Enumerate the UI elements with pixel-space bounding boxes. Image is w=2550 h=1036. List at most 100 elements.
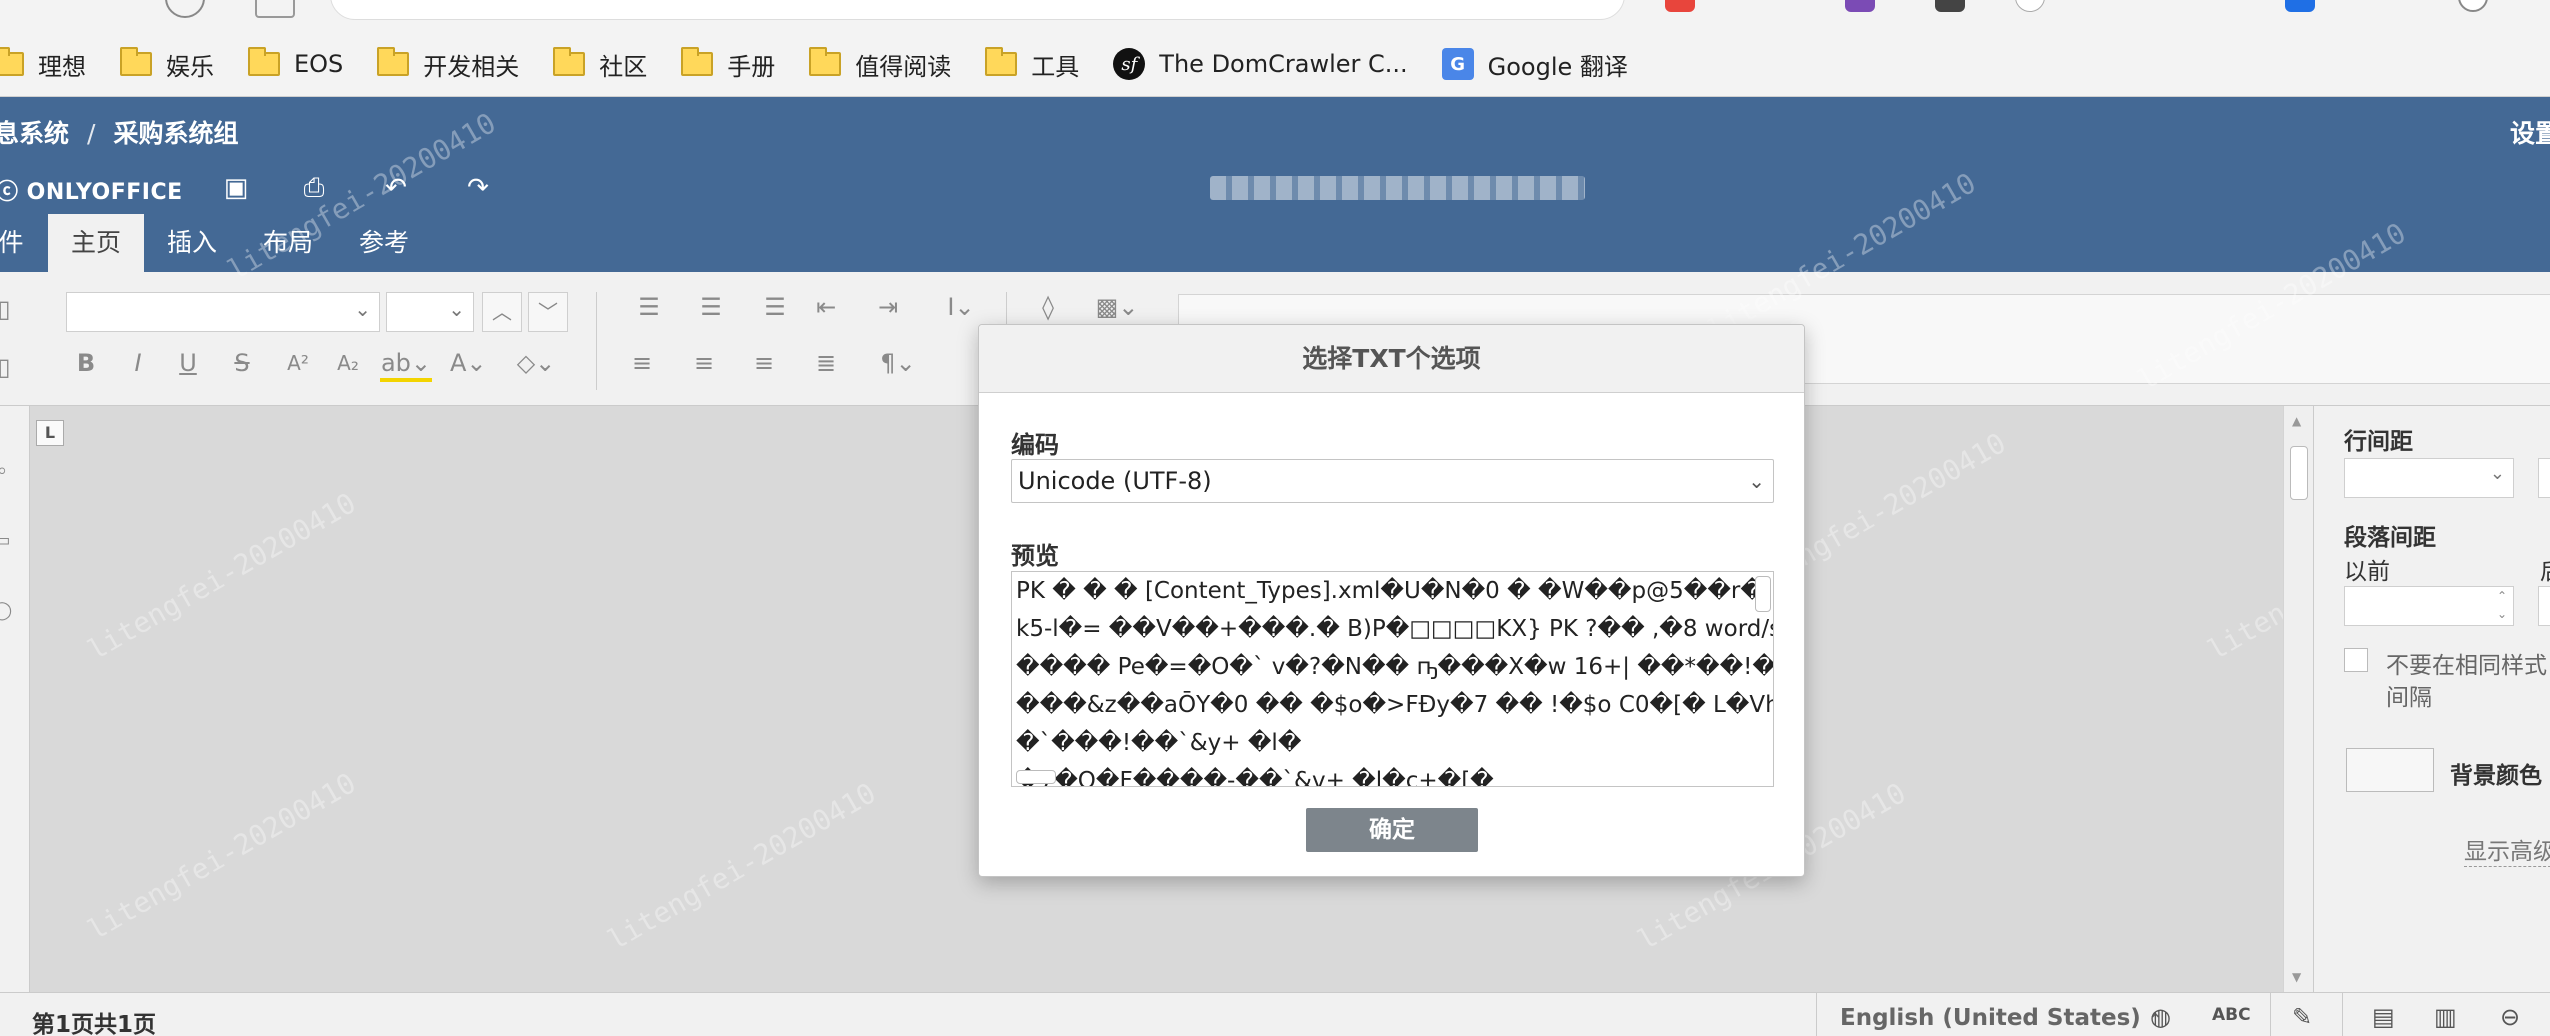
folder-icon: [809, 47, 842, 76]
decrease-font-icon[interactable]: ﹀: [528, 292, 568, 332]
scroll-down-icon[interactable]: ▼: [2292, 970, 2301, 984]
bookmark-folder[interactable]: EOS: [248, 47, 343, 78]
preview-horizontal-scrollbar[interactable]: [1016, 770, 1056, 784]
globe-icon[interactable]: ◍: [2150, 1003, 2171, 1031]
extension-icon[interactable]: [1935, 0, 1965, 12]
same-style-label: 不要在相同样式: [2386, 653, 2547, 679]
breadcrumb: 息系统 / 采购系统组: [0, 114, 238, 150]
align-left-icon[interactable]: ≡: [626, 348, 658, 378]
paste-icon[interactable]: ▯: [0, 352, 14, 382]
tab-grid-icon[interactable]: [255, 0, 295, 18]
copy-icon[interactable]: ▯: [0, 294, 14, 324]
bookmark-link[interactable]: sf The DomCrawler C...: [1113, 48, 1408, 80]
line-spacing-icon[interactable]: Ⅰ⌄: [934, 292, 988, 322]
same-style-checkbox[interactable]: [2344, 648, 2368, 672]
increase-indent-icon[interactable]: ⇥: [872, 292, 904, 322]
browser-chrome: 理想 娱乐 EOS 开发相关 社区 手册 值得阅读 工具 sf The DomC…: [0, 0, 2550, 97]
advanced-settings-link[interactable]: 显示高级: [2464, 832, 2550, 867]
bookmark-folder[interactable]: 理想: [0, 47, 86, 82]
bookmark-label: Google 翻译: [1487, 52, 1628, 81]
font-name-select[interactable]: [66, 292, 380, 332]
align-center-icon[interactable]: ≡: [688, 348, 720, 378]
zoom-out-icon[interactable]: ⊖: [2500, 1003, 2520, 1031]
bookmark-folder[interactable]: 社区: [553, 47, 647, 82]
language-select[interactable]: English (United States) ⌃: [1840, 1005, 2162, 1031]
bookmark-label: 工具: [1031, 52, 1080, 81]
bookmark-folder[interactable]: 值得阅读: [809, 47, 951, 82]
strikethrough-icon[interactable]: S: [226, 348, 258, 378]
bookmarks-bar: 理想 娱乐 EOS 开发相关 社区 手册 值得阅读 工具 sf The DomC…: [0, 42, 1662, 86]
align-right-icon[interactable]: ≡: [748, 348, 780, 378]
reload-icon[interactable]: [165, 0, 205, 18]
bold-icon[interactable]: B: [70, 348, 102, 378]
status-separator: [2270, 993, 2271, 1036]
subscript-icon[interactable]: A₂: [330, 348, 366, 378]
save-icon[interactable]: ▣: [220, 174, 252, 202]
bookmark-folder[interactable]: 手册: [681, 47, 775, 82]
bookmark-folder[interactable]: 开发相关: [377, 47, 519, 82]
spacing-before-input[interactable]: ⌃ ⌄: [2344, 586, 2514, 626]
preview-line: k5-l�= ��V��+���.� B)P�□□□□KX} PK ?�� ,�…: [1016, 616, 1773, 642]
font-size-select[interactable]: [386, 292, 474, 332]
tab-references[interactable]: 参考: [348, 214, 420, 272]
multilevel-list-icon[interactable]: ☰: [752, 292, 798, 322]
scroll-up-icon[interactable]: ▲: [2292, 414, 2301, 428]
preview-textarea[interactable]: PK � � � [Content_Types].xml�U�N�0 � �W�…: [1011, 571, 1774, 787]
fit-page-icon[interactable]: ▤: [2372, 1003, 2395, 1031]
profile-icon[interactable]: [2458, 0, 2488, 12]
background-color-swatch[interactable]: [2346, 748, 2434, 792]
address-bar[interactable]: [330, 0, 1625, 20]
bullets-icon[interactable]: ☰: [626, 292, 672, 322]
about-icon[interactable]: ◯: [0, 596, 12, 626]
extension-icon[interactable]: [2285, 0, 2315, 12]
print-icon[interactable]: ⎙: [298, 174, 330, 202]
encoding-value: Unicode (UTF-8): [1018, 467, 1212, 495]
chevron-down-icon: ⌄: [2489, 463, 2505, 484]
fit-width-icon[interactable]: ▥: [2434, 1003, 2457, 1031]
search-icon[interactable]: ⌕: [0, 456, 12, 486]
line-spacing-value[interactable]: [2538, 458, 2550, 498]
underline-icon[interactable]: U: [172, 348, 204, 378]
highlight-color-icon[interactable]: ab⌄: [380, 348, 432, 382]
breadcrumb-current[interactable]: 采购系统组: [113, 119, 238, 148]
justify-icon[interactable]: ≣: [810, 348, 842, 378]
increase-font-icon[interactable]: ︿: [482, 292, 522, 332]
shading-icon[interactable]: ◇⌄: [510, 348, 562, 378]
tab-stop-selector[interactable]: L: [36, 420, 64, 446]
scroll-thumb[interactable]: [2290, 446, 2308, 500]
status-separator: [2342, 993, 2343, 1036]
track-changes-icon[interactable]: ✎: [2292, 1003, 2312, 1031]
bookmark-folder[interactable]: 娱乐: [120, 47, 214, 82]
paragraph-mark-icon[interactable]: ¶⌄: [872, 348, 924, 378]
spellcheck-label: ABC: [2212, 1005, 2251, 1025]
copy-style-icon[interactable]: ▩⌄: [1092, 292, 1142, 322]
tab-file[interactable]: 件: [0, 214, 26, 272]
undo-icon[interactable]: ↶: [380, 174, 412, 202]
clear-style-icon[interactable]: ◊: [1030, 292, 1066, 322]
spinner-icon[interactable]: ⌃ ⌄: [2497, 587, 2507, 623]
line-spacing-select[interactable]: ⌄: [2344, 458, 2514, 498]
settings-link[interactable]: 设置: [2510, 114, 2550, 150]
bookmark-folder[interactable]: 工具: [985, 47, 1079, 82]
vertical-scrollbar[interactable]: ▲ ▼: [2283, 406, 2313, 992]
spellcheck-icon[interactable]: ABC: [2212, 1005, 2251, 1025]
decrease-indent-icon[interactable]: ⇤: [810, 292, 842, 322]
tab-layout[interactable]: 布局: [252, 214, 324, 272]
extension-icon[interactable]: [1845, 0, 1875, 12]
font-color-icon[interactable]: A⌄: [450, 348, 487, 378]
breadcrumb-root[interactable]: 息系统: [0, 119, 69, 148]
spacing-after-input[interactable]: [2538, 586, 2550, 626]
italic-icon[interactable]: I: [122, 348, 154, 378]
preview-vertical-scrollbar[interactable]: [1755, 576, 1771, 612]
extension-icon[interactable]: [1665, 0, 1695, 12]
extension-icon[interactable]: [2015, 0, 2045, 12]
redo-icon[interactable]: ↷: [462, 174, 494, 202]
bookmark-link[interactable]: G Google 翻译: [1441, 47, 1628, 82]
comments-icon[interactable]: ▭: [0, 526, 12, 556]
encoding-select[interactable]: Unicode (UTF-8) ⌄: [1011, 459, 1774, 503]
ok-button[interactable]: 确定: [1306, 808, 1478, 852]
superscript-icon[interactable]: A²: [280, 348, 316, 378]
tab-insert[interactable]: 插入: [156, 214, 228, 272]
tab-home[interactable]: 主页: [48, 214, 144, 272]
numbering-icon[interactable]: ☰: [688, 292, 734, 322]
